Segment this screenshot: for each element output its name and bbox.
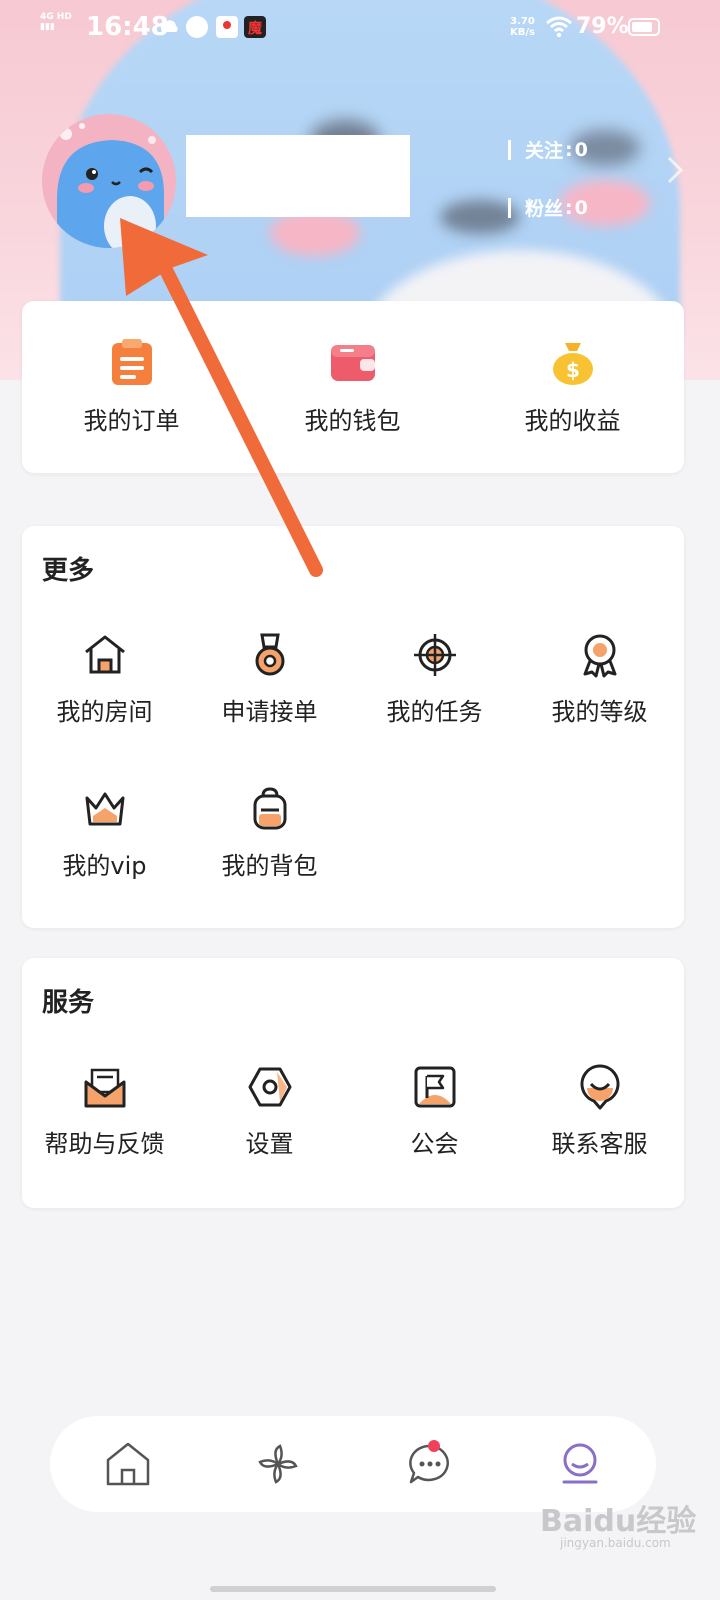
medal-icon <box>255 633 284 676</box>
my-vip-button[interactable]: 我的vip <box>22 786 187 881</box>
my-tasks-button[interactable]: 我的任务 <box>352 632 517 727</box>
chevron-right-icon[interactable] <box>666 156 684 184</box>
network-type: 4G HD <box>40 12 72 22</box>
avatar[interactable] <box>42 114 176 248</box>
fans-label: 粉丝 <box>525 198 564 220</box>
status-bar: 4G HD ▮▮▮ 16:48 魔 3.70 KB/s 79% <box>0 0 720 56</box>
home-icon <box>106 1442 150 1486</box>
badge-icon <box>583 634 616 678</box>
guild-button[interactable]: 公会 <box>352 1064 517 1159</box>
app-icon: 魔 <box>244 16 266 38</box>
settings-icon <box>248 1067 291 1107</box>
wallet-icon <box>330 345 375 381</box>
my-room-button[interactable]: 我的房间 <box>22 632 187 727</box>
services-card: 服务 帮助与反馈 设置 公会 联系客服 <box>22 958 684 1208</box>
money-bag-icon: $ <box>552 343 593 385</box>
wifi-icon <box>546 16 572 42</box>
svg-text:$: $ <box>566 358 580 382</box>
my-level-label: 我的等级 <box>551 698 648 726</box>
nav-discover[interactable] <box>252 1438 304 1490</box>
house-icon <box>84 635 125 674</box>
nav-profile[interactable] <box>554 1438 606 1490</box>
watermark-url: jingyan.baidu.com <box>560 1536 671 1550</box>
my-backpack-label: 我的背包 <box>221 852 318 880</box>
svg-text:魔: 魔 <box>248 20 263 37</box>
follow-count[interactable]: 关注: 0 <box>508 136 588 163</box>
guild-label: 公会 <box>410 1130 459 1158</box>
backpack-icon <box>253 787 286 830</box>
more-card: 更多 我的房间 申请接单 我的任务 我的等级 我的vip 我的背包 <box>22 526 684 928</box>
help-feedback-label: 帮助与反馈 <box>44 1130 165 1158</box>
nav-home[interactable] <box>102 1438 154 1490</box>
home-indicator[interactable] <box>210 1586 496 1592</box>
my-orders-button[interactable]: 我的订单 <box>49 337 214 436</box>
network-speed: 3.70 KB/s <box>510 16 535 38</box>
contact-service-label: 联系客服 <box>551 1130 648 1158</box>
nav-messages[interactable] <box>404 1438 456 1490</box>
apply-orders-button[interactable]: 申请接单 <box>187 632 352 727</box>
my-backpack-button[interactable]: 我的背包 <box>187 786 352 881</box>
battery-icon <box>628 18 660 36</box>
speed-unit: KB/s <box>510 27 535 38</box>
follow-value: 0 <box>574 138 588 161</box>
my-vip-label: 我的vip <box>62 852 147 880</box>
more-title: 更多 <box>42 556 95 586</box>
battery-percent: 79% <box>576 14 629 39</box>
my-room-label: 我的房间 <box>56 698 153 726</box>
watermark-logo: Baidu经验 <box>540 1504 697 1539</box>
follow-label: 关注 <box>525 140 564 162</box>
cloud-app-icon <box>158 16 180 38</box>
quick-actions-card: 我的订单 我的钱包 $ 我的收益 <box>22 301 684 473</box>
target-icon <box>413 634 456 676</box>
my-earnings-button[interactable]: $ 我的收益 <box>490 337 655 436</box>
settings-label: 设置 <box>245 1130 294 1158</box>
my-tasks-label: 我的任务 <box>386 698 483 726</box>
app-notification-icon <box>186 16 208 38</box>
services-title: 服务 <box>42 988 95 1018</box>
my-wallet-label: 我的钱包 <box>304 407 401 435</box>
contact-service-button[interactable]: 联系客服 <box>517 1064 682 1159</box>
mail-icon <box>84 1068 125 1108</box>
signal-indicator: 4G HD ▮▮▮ <box>40 12 72 32</box>
map-app-icon <box>216 16 238 38</box>
apply-orders-label: 申请接单 <box>221 698 318 726</box>
username-placeholder[interactable] <box>186 135 410 217</box>
my-earnings-label: 我的收益 <box>524 407 621 435</box>
my-level-button[interactable]: 我的等级 <box>517 632 682 727</box>
order-icon <box>111 339 152 385</box>
clock: 16:48 <box>86 12 169 42</box>
fans-count[interactable]: 粉丝: 0 <box>508 194 588 221</box>
speed-value: 3.70 <box>510 16 535 27</box>
smile-icon <box>580 1064 619 1110</box>
my-wallet-button[interactable]: 我的钱包 <box>270 337 435 436</box>
flag-icon <box>414 1066 455 1108</box>
settings-button[interactable]: 设置 <box>187 1064 352 1159</box>
message-badge <box>428 1440 440 1452</box>
pinwheel-icon <box>258 1444 298 1484</box>
fans-value: 0 <box>574 196 588 219</box>
my-orders-label: 我的订单 <box>83 407 180 435</box>
crown-icon <box>85 792 124 826</box>
profile-icon <box>562 1443 598 1484</box>
help-feedback-button[interactable]: 帮助与反馈 <box>22 1064 187 1159</box>
